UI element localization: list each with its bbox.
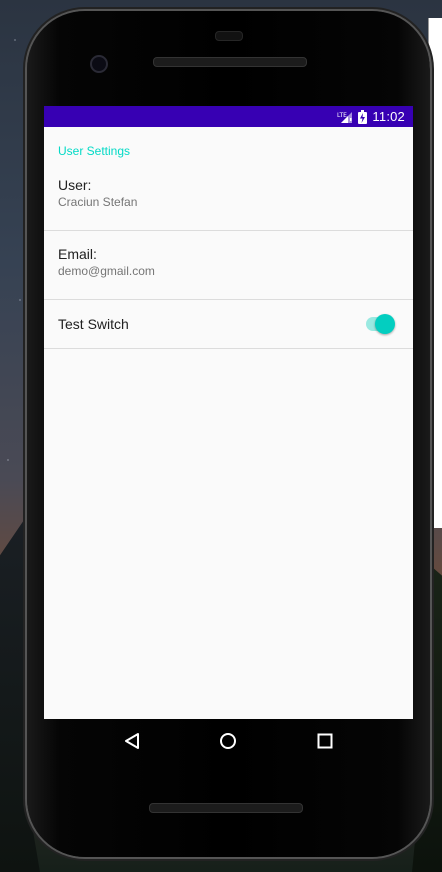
user-preference-title: User: [58, 177, 92, 193]
status-time: 11:02 [372, 109, 405, 124]
email-preference[interactable]: Email: demo@gmail.com [44, 231, 413, 300]
preference-category-title: User Settings [58, 144, 131, 158]
recents-icon[interactable] [314, 730, 336, 752]
navigation-bar [44, 719, 413, 763]
front-camera [90, 55, 108, 73]
phone-frame: LTE 11:02 User Settings User: Craciun St… [27, 11, 430, 857]
sensor-notch [215, 31, 243, 41]
app-screen: LTE 11:02 User Settings User: Craciun St… [44, 106, 413, 719]
earpiece-speaker [153, 57, 307, 67]
home-icon[interactable] [217, 730, 239, 752]
test-switch-title: Test Switch [58, 316, 129, 332]
test-switch-preference[interactable]: Test Switch [44, 300, 413, 349]
signal-icon: LTE [337, 111, 353, 123]
switch-thumb [375, 314, 395, 334]
user-preference[interactable]: User: Craciun Stefan [44, 171, 413, 231]
background-window [428, 18, 442, 528]
test-switch-toggle[interactable] [365, 314, 395, 334]
bottom-speaker [149, 803, 303, 813]
back-icon[interactable] [121, 730, 143, 752]
svg-text:LTE: LTE [337, 112, 347, 119]
battery-charging-icon [358, 109, 368, 124]
status-bar: LTE 11:02 [44, 106, 413, 127]
email-preference-summary: demo@gmail.com [58, 264, 155, 278]
user-preference-summary: Craciun Stefan [58, 195, 138, 209]
email-preference-title: Email: [58, 246, 97, 262]
